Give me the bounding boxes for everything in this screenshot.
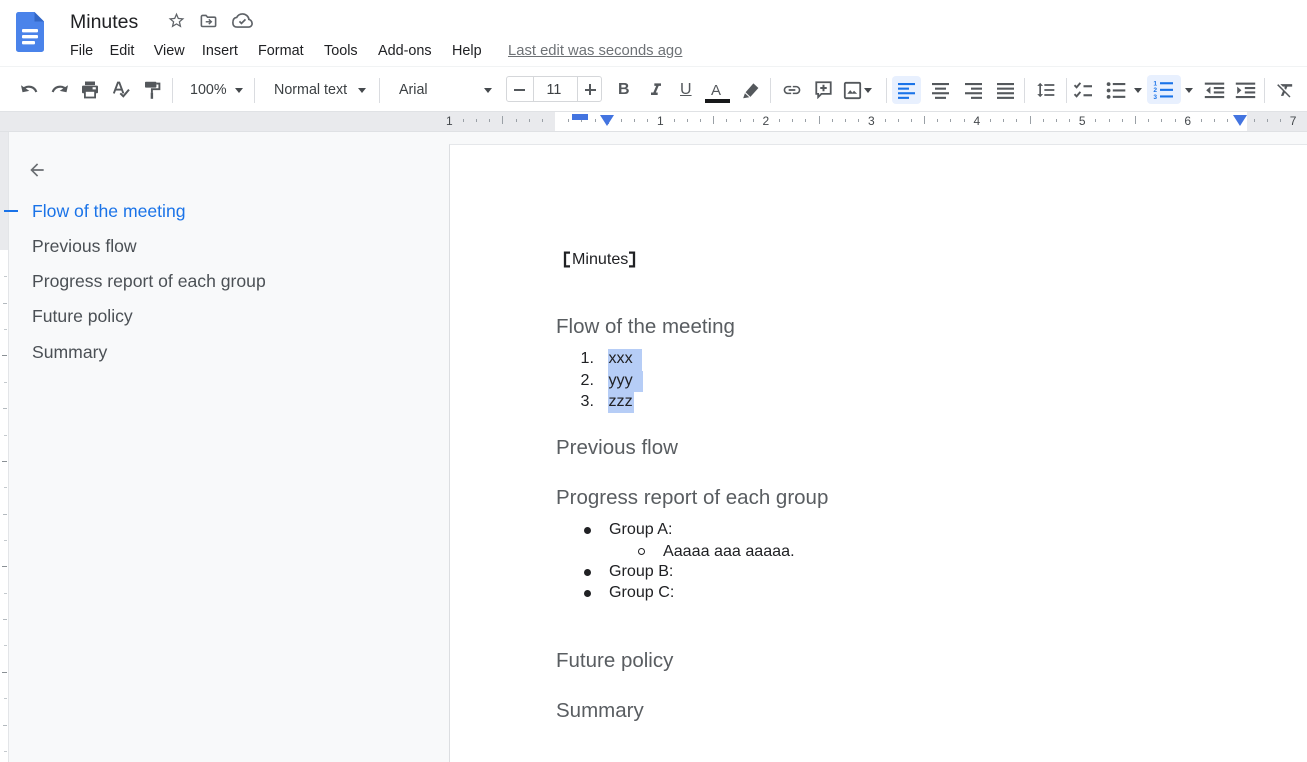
svg-text:3: 3 xyxy=(1153,94,1157,100)
